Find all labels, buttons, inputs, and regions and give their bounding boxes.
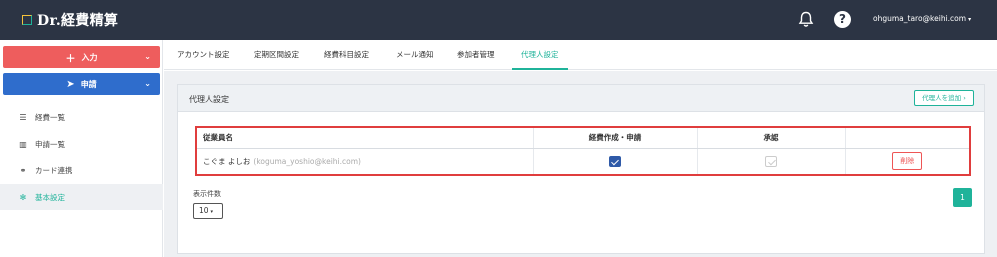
proxy-table: 従業員名 経費作成・申請 承認 こぐま よしお (koguma_yoshio@ke… — [195, 126, 971, 176]
user-email: ohguma_taro@keihi.com — [873, 14, 967, 23]
header-create-apply: 経費作成・申請 — [533, 128, 698, 149]
sidebar-item-label: カード連携 — [35, 165, 73, 175]
sidebar-item-card-link[interactable]: ⚭ カード連携 — [0, 157, 163, 183]
panel-header: 代理人設定 代理人を追加 › — [178, 85, 984, 112]
settings-tabs: アカウント設定 定期区間設定 経費科目設定 メール通知 参加者管理 代理人設定 — [164, 40, 997, 70]
sidebar: ＋ 入力 ⌄ ➤ 申請 ⌄ ☰ 経費一覧 ▥ 申請一覧 ⚭ カード連携 ✻ 基本… — [0, 40, 163, 257]
header-approve: 承認 — [697, 128, 846, 149]
panel-title: 代理人設定 — [189, 95, 229, 104]
tab-participants[interactable]: 参加者管理 — [457, 40, 495, 70]
table-header-row: 従業員名 経費作成・申請 承認 — [197, 128, 969, 149]
tab-account[interactable]: アカウント設定 — [177, 40, 230, 70]
plus-icon: ＋ — [65, 53, 76, 65]
link-icon: ⚭ — [19, 165, 27, 175]
gear-icon: ✻ — [19, 192, 27, 202]
bell-icon[interactable] — [798, 11, 814, 28]
delete-button[interactable]: 削除 — [892, 152, 923, 171]
create-apply-checkbox[interactable] — [609, 155, 621, 167]
bar-chart-icon: ▥ — [19, 139, 27, 149]
user-menu[interactable]: ohguma_taro@keihi.com ▾ — [873, 14, 971, 23]
input-button-label: 入力 — [81, 52, 98, 62]
tab-mail-notification[interactable]: メール通知 — [396, 40, 434, 70]
approve-cell — [697, 148, 846, 174]
employee-cell: こぐま よしお (koguma_yoshio@keihi.com) — [197, 148, 534, 174]
sidebar-item-basic-settings[interactable]: ✻ 基本設定 — [0, 184, 163, 210]
sidebar-item-label: 基本設定 — [35, 192, 65, 202]
tab-commute-section[interactable]: 定期区間設定 — [254, 40, 299, 70]
pagination-page-1[interactable]: 1 — [953, 188, 972, 207]
chevron-down-icon: ▾ — [968, 16, 972, 23]
add-proxy-button[interactable]: 代理人を追加 › — [914, 90, 974, 106]
logo-mark-icon — [22, 15, 32, 25]
tab-expense-category[interactable]: 経費科目設定 — [324, 40, 369, 70]
approve-checkbox[interactable] — [765, 155, 777, 167]
chevron-down-icon: ⌄ — [144, 52, 151, 61]
chevron-down-icon: ⌄ — [144, 79, 151, 88]
actions-cell: 削除 — [845, 148, 969, 174]
display-count-value: 10 — [199, 206, 209, 215]
tab-proxy[interactable]: 代理人設定 — [512, 40, 568, 70]
sidebar-item-label: 申請一覧 — [35, 139, 65, 149]
employee-email: (koguma_yoshio@keihi.com) — [253, 156, 361, 166]
header-employee-name: 従業員名 — [197, 128, 534, 149]
paper-plane-icon: ➤ — [66, 78, 75, 90]
proxy-settings-panel: 代理人設定 代理人を追加 › 従業員名 経費作成・申請 承認 こぐま よしお (… — [177, 84, 985, 254]
chevron-down-icon: ▾ — [210, 209, 214, 215]
sidebar-item-applications[interactable]: ▥ 申請一覧 — [0, 131, 163, 157]
header-actions — [845, 128, 969, 149]
display-count-label: 表示件数 — [193, 190, 221, 198]
sidebar-item-expenses[interactable]: ☰ 経費一覧 — [0, 104, 163, 130]
logo-text: Dr.経費精算 — [37, 13, 119, 29]
main-content: 代理人設定 代理人を追加 › 従業員名 経費作成・申請 承認 こぐま よしお (… — [164, 71, 997, 257]
sidebar-item-label: 経費一覧 — [35, 112, 65, 122]
top-navbar: Dr.経費精算 ? ohguma_taro@keihi.com ▾ — [0, 0, 997, 40]
apply-button[interactable]: ➤ 申請 ⌄ — [3, 73, 160, 95]
list-icon: ☰ — [19, 112, 27, 122]
employee-name: こぐま よしお — [203, 156, 251, 166]
chevron-right-icon: › — [963, 94, 966, 102]
help-icon[interactable]: ? — [834, 11, 851, 28]
add-proxy-button-label: 代理人を追加 — [922, 94, 962, 102]
app-logo[interactable]: Dr.経費精算 — [22, 11, 118, 29]
create-apply-cell — [533, 148, 698, 174]
input-button[interactable]: ＋ 入力 ⌄ — [3, 46, 160, 68]
display-count-select[interactable]: 10 ▾ — [193, 203, 223, 219]
table-row: こぐま よしお (koguma_yoshio@keihi.com) 削除 — [197, 148, 969, 174]
apply-button-label: 申請 — [80, 79, 97, 89]
